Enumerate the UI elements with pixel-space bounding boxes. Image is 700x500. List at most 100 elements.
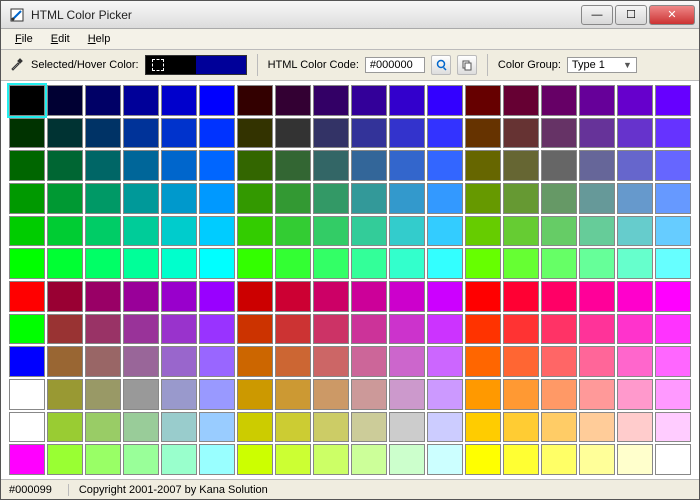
color-cell[interactable] [9, 281, 45, 312]
color-cell[interactable] [237, 281, 273, 312]
color-cell[interactable] [275, 314, 311, 345]
color-cell[interactable] [389, 150, 425, 181]
color-cell[interactable] [427, 281, 463, 312]
color-cell[interactable] [655, 216, 691, 247]
color-cell[interactable] [199, 444, 235, 475]
color-cell[interactable] [541, 444, 577, 475]
color-cell[interactable] [161, 248, 197, 279]
color-cell[interactable] [47, 346, 83, 377]
color-cell[interactable] [351, 85, 387, 116]
color-cell[interactable] [237, 85, 273, 116]
color-cell[interactable] [655, 150, 691, 181]
color-cell[interactable] [465, 150, 501, 181]
color-cell[interactable] [9, 444, 45, 475]
color-cell[interactable] [199, 314, 235, 345]
color-group-select[interactable]: Type 1 ▼ [567, 57, 637, 73]
color-cell[interactable] [123, 85, 159, 116]
color-cell[interactable] [389, 183, 425, 214]
color-cell[interactable] [541, 85, 577, 116]
color-cell[interactable] [427, 216, 463, 247]
close-button[interactable]: ✕ [649, 5, 695, 25]
color-cell[interactable] [275, 216, 311, 247]
color-cell[interactable] [617, 444, 653, 475]
color-cell[interactable] [199, 379, 235, 410]
color-cell[interactable] [275, 412, 311, 443]
color-cell[interactable] [351, 281, 387, 312]
color-cell[interactable] [465, 183, 501, 214]
color-cell[interactable] [199, 412, 235, 443]
color-cell[interactable] [655, 183, 691, 214]
menu-help[interactable]: Help [80, 31, 119, 47]
color-cell[interactable] [427, 248, 463, 279]
color-cell[interactable] [655, 118, 691, 149]
color-cell[interactable] [617, 281, 653, 312]
color-cell[interactable] [541, 216, 577, 247]
color-cell[interactable] [351, 183, 387, 214]
color-cell[interactable] [9, 248, 45, 279]
color-cell[interactable] [161, 412, 197, 443]
color-cell[interactable] [161, 281, 197, 312]
color-cell[interactable] [351, 412, 387, 443]
color-cell[interactable] [389, 85, 425, 116]
color-cell[interactable] [351, 150, 387, 181]
color-cell[interactable] [123, 183, 159, 214]
color-cell[interactable] [351, 346, 387, 377]
color-cell[interactable] [503, 216, 539, 247]
color-cell[interactable] [617, 379, 653, 410]
color-cell[interactable] [541, 412, 577, 443]
color-cell[interactable] [47, 216, 83, 247]
color-cell[interactable] [47, 444, 83, 475]
color-cell[interactable] [351, 314, 387, 345]
color-cell[interactable] [9, 85, 45, 116]
color-cell[interactable] [465, 444, 501, 475]
color-cell[interactable] [199, 118, 235, 149]
color-cell[interactable] [389, 281, 425, 312]
color-cell[interactable] [313, 444, 349, 475]
color-cell[interactable] [541, 379, 577, 410]
pick-color-icon[interactable] [431, 55, 451, 75]
color-cell[interactable] [199, 183, 235, 214]
color-cell[interactable] [199, 346, 235, 377]
color-cell[interactable] [47, 412, 83, 443]
color-cell[interactable] [351, 444, 387, 475]
color-cell[interactable] [503, 248, 539, 279]
color-cell[interactable] [579, 216, 615, 247]
color-cell[interactable] [389, 346, 425, 377]
color-cell[interactable] [313, 314, 349, 345]
minimize-button[interactable]: — [581, 5, 613, 25]
color-cell[interactable] [351, 248, 387, 279]
color-cell[interactable] [161, 216, 197, 247]
color-cell[interactable] [427, 444, 463, 475]
color-cell[interactable] [427, 412, 463, 443]
color-cell[interactable] [389, 444, 425, 475]
color-cell[interactable] [47, 379, 83, 410]
color-cell[interactable] [161, 314, 197, 345]
color-cell[interactable] [161, 150, 197, 181]
color-cell[interactable] [47, 85, 83, 116]
titlebar[interactable]: HTML Color Picker — ☐ ✕ [1, 1, 699, 29]
color-cell[interactable] [275, 444, 311, 475]
color-cell[interactable] [579, 118, 615, 149]
color-cell[interactable] [85, 150, 121, 181]
color-cell[interactable] [503, 85, 539, 116]
color-cell[interactable] [465, 248, 501, 279]
color-cell[interactable] [465, 412, 501, 443]
color-cell[interactable] [123, 412, 159, 443]
color-cell[interactable] [123, 216, 159, 247]
color-cell[interactable] [237, 248, 273, 279]
color-cell[interactable] [655, 314, 691, 345]
color-cell[interactable] [503, 412, 539, 443]
color-cell[interactable] [351, 216, 387, 247]
color-cell[interactable] [275, 150, 311, 181]
color-cell[interactable] [9, 118, 45, 149]
color-cell[interactable] [47, 150, 83, 181]
color-cell[interactable] [427, 118, 463, 149]
color-cell[interactable] [503, 150, 539, 181]
color-cell[interactable] [579, 314, 615, 345]
color-cell[interactable] [465, 379, 501, 410]
color-cell[interactable] [237, 444, 273, 475]
color-cell[interactable] [465, 346, 501, 377]
color-cell[interactable] [9, 183, 45, 214]
color-cell[interactable] [465, 216, 501, 247]
color-cell[interactable] [237, 412, 273, 443]
